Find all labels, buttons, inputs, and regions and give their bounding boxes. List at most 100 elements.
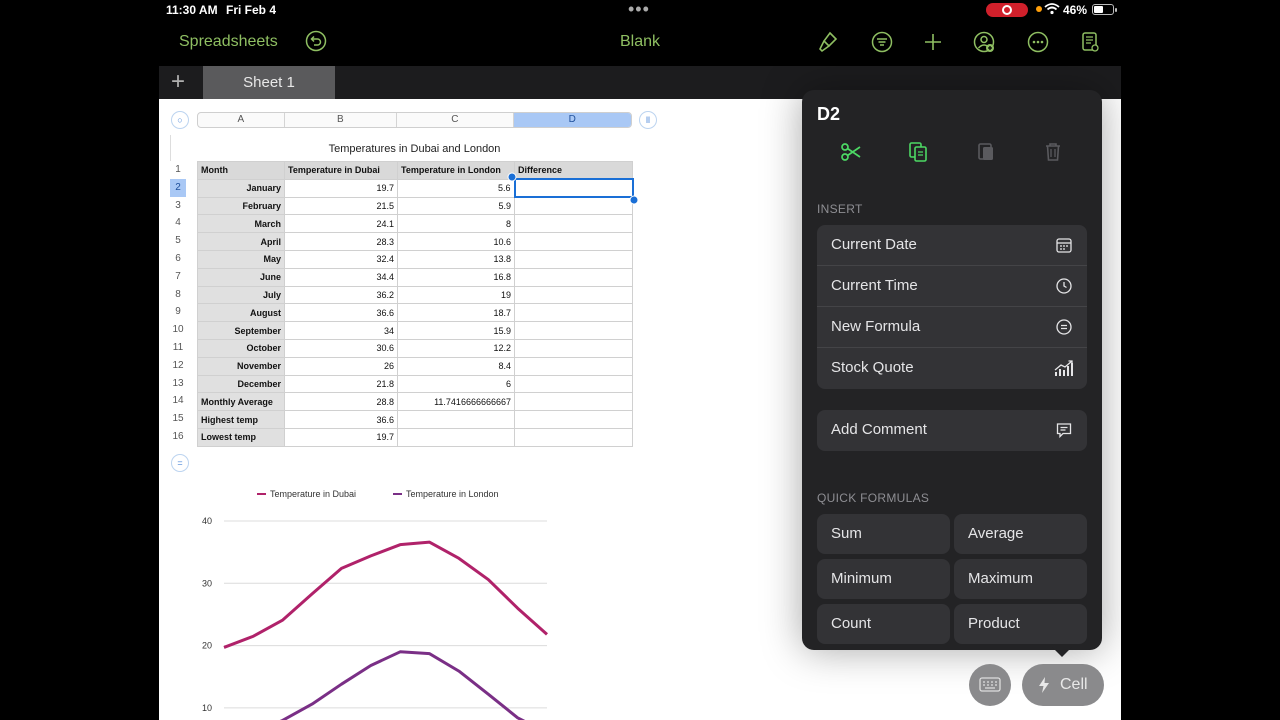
table-title[interactable]: Temperatures in Dubai and London (197, 143, 632, 155)
table-cell[interactable]: 19 (397, 285, 515, 305)
table-cell[interactable]: 8 (397, 214, 515, 234)
table-cell[interactable]: 24.1 (284, 214, 398, 234)
series-line[interactable] (223, 540, 548, 649)
undo-icon[interactable] (305, 30, 327, 52)
table-cell[interactable] (397, 410, 515, 429)
table-cell[interactable]: 32.4 (284, 249, 398, 269)
row-header[interactable]: 15 (170, 410, 186, 428)
select-table-handle[interactable]: ○ (171, 111, 189, 129)
table-cell[interactable]: 21.8 (284, 374, 398, 394)
table-cell[interactable] (514, 214, 633, 234)
copy-icon[interactable] (906, 140, 930, 164)
table-cell[interactable]: 36.2 (284, 285, 398, 305)
table-cell[interactable]: 12.2 (397, 338, 515, 358)
paste-icon[interactable] (974, 140, 998, 164)
table-cell[interactable]: 36.6 (284, 303, 398, 323)
table-cell[interactable]: 8.4 (397, 356, 515, 376)
more-icon[interactable] (1026, 30, 1050, 54)
table-cell[interactable]: 13.8 (397, 249, 515, 269)
formula-minimum-button[interactable]: Minimum (817, 559, 950, 599)
table-cell[interactable]: 5.6 (397, 178, 515, 198)
table-cell[interactable]: December (197, 374, 285, 394)
multitasking-dots-icon[interactable]: ••• (628, 0, 650, 18)
row-header[interactable]: 8 (170, 286, 186, 304)
keyboard-button[interactable] (969, 664, 1011, 706)
selection-handle-top[interactable] (507, 172, 517, 182)
table-cell[interactable] (514, 392, 633, 412)
add-icon[interactable] (921, 30, 945, 54)
formula-count-button[interactable]: Count (817, 604, 950, 644)
insert-current-time[interactable]: Current Time (817, 266, 1087, 307)
table-cell[interactable] (514, 249, 633, 269)
document-icon[interactable] (1078, 30, 1102, 54)
formula-average-button[interactable]: Average (954, 514, 1087, 554)
table-cell[interactable]: June (197, 267, 285, 287)
row-header[interactable]: 7 (170, 268, 186, 286)
header-cell-dubai[interactable]: Temperature in Dubai (284, 161, 398, 180)
table-cell[interactable]: November (197, 356, 285, 376)
tab-sheet-1[interactable]: Sheet 1 (203, 66, 335, 99)
selection-handle-bottom[interactable] (629, 195, 639, 205)
table-cell[interactable]: 16.8 (397, 267, 515, 287)
add-row-handle[interactable]: = (171, 454, 189, 472)
table-cell[interactable] (397, 427, 515, 447)
table-cell[interactable]: 28.3 (284, 232, 398, 251)
table-cell[interactable]: May (197, 249, 285, 269)
table-cell[interactable]: Monthly Average (197, 392, 285, 412)
data-table[interactable]: Month Temperature in Dubai Temperature i… (197, 161, 634, 447)
formula-product-button[interactable]: Product (954, 604, 1087, 644)
row-header[interactable]: 3 (170, 197, 186, 215)
line-chart[interactable]: 10 20 30 40 Temperature in Dubai Temperature … (179, 479, 559, 720)
row-header[interactable]: 9 (170, 303, 186, 321)
table-cell[interactable] (514, 410, 633, 429)
table-cell[interactable]: Highest temp (197, 410, 285, 429)
row-header[interactable]: 13 (170, 375, 186, 393)
table-cell[interactable] (514, 196, 633, 216)
table-cell[interactable]: 15.9 (397, 321, 515, 340)
format-brush-icon[interactable] (816, 30, 840, 54)
table-cell[interactable]: October (197, 338, 285, 358)
filter-list-icon[interactable] (870, 30, 894, 54)
table-cell[interactable] (514, 374, 633, 394)
row-header[interactable]: 6 (170, 250, 186, 268)
add-sheet-button[interactable]: + (171, 70, 185, 94)
column-header-a[interactable]: A (198, 113, 285, 127)
table-cell[interactable] (514, 321, 633, 340)
table-cell[interactable]: Lowest temp (197, 427, 285, 447)
table-cell[interactable] (514, 427, 633, 447)
table-cell[interactable]: 26 (284, 356, 398, 376)
table-cell[interactable]: September (197, 321, 285, 340)
table-cell[interactable]: January (197, 178, 285, 198)
row-header[interactable]: 2 (170, 178, 186, 197)
row-header[interactable]: 10 (170, 321, 186, 339)
table-cell[interactable] (514, 232, 633, 251)
row-header[interactable]: 11 (170, 339, 186, 357)
row-header[interactable]: 4 (170, 214, 186, 232)
table-cell[interactable]: 34 (284, 321, 398, 340)
cut-icon[interactable] (839, 140, 863, 164)
table-cell[interactable]: July (197, 285, 285, 305)
row-header[interactable]: 5 (170, 232, 186, 250)
column-header-c[interactable]: C (397, 113, 514, 127)
row-header-bar[interactable]: 1 2 3 4 5 6 7 8 9 10 11 12 13 14 15 16 (170, 135, 186, 446)
header-cell-london[interactable]: Temperature in London (397, 161, 515, 180)
add-column-handle[interactable]: ll (639, 111, 657, 129)
table-cell[interactable]: February (197, 196, 285, 216)
table-cell[interactable]: 19.7 (284, 178, 398, 198)
active-cell-d2[interactable] (513, 178, 634, 199)
formula-sum-button[interactable]: Sum (817, 514, 950, 554)
table-cell[interactable]: 6 (397, 374, 515, 394)
row-header[interactable]: 14 (170, 392, 186, 410)
table-cell[interactable]: 30.6 (284, 338, 398, 358)
table-cell[interactable]: August (197, 303, 285, 323)
column-header-d[interactable]: D (513, 113, 631, 127)
table-cell[interactable]: 11.7416666666667 (397, 392, 515, 412)
table-cell[interactable]: 36.6 (284, 410, 398, 429)
spreadsheets-back-button[interactable]: Spreadsheets (179, 33, 278, 51)
table-cell[interactable]: 28.8 (284, 392, 398, 412)
table-cell[interactable]: 10.6 (397, 232, 515, 251)
insert-new-formula[interactable]: New Formula (817, 307, 1087, 348)
table-cell[interactable]: April (197, 232, 285, 251)
table-cell[interactable] (514, 285, 633, 305)
header-cell-month[interactable]: Month (197, 161, 285, 180)
